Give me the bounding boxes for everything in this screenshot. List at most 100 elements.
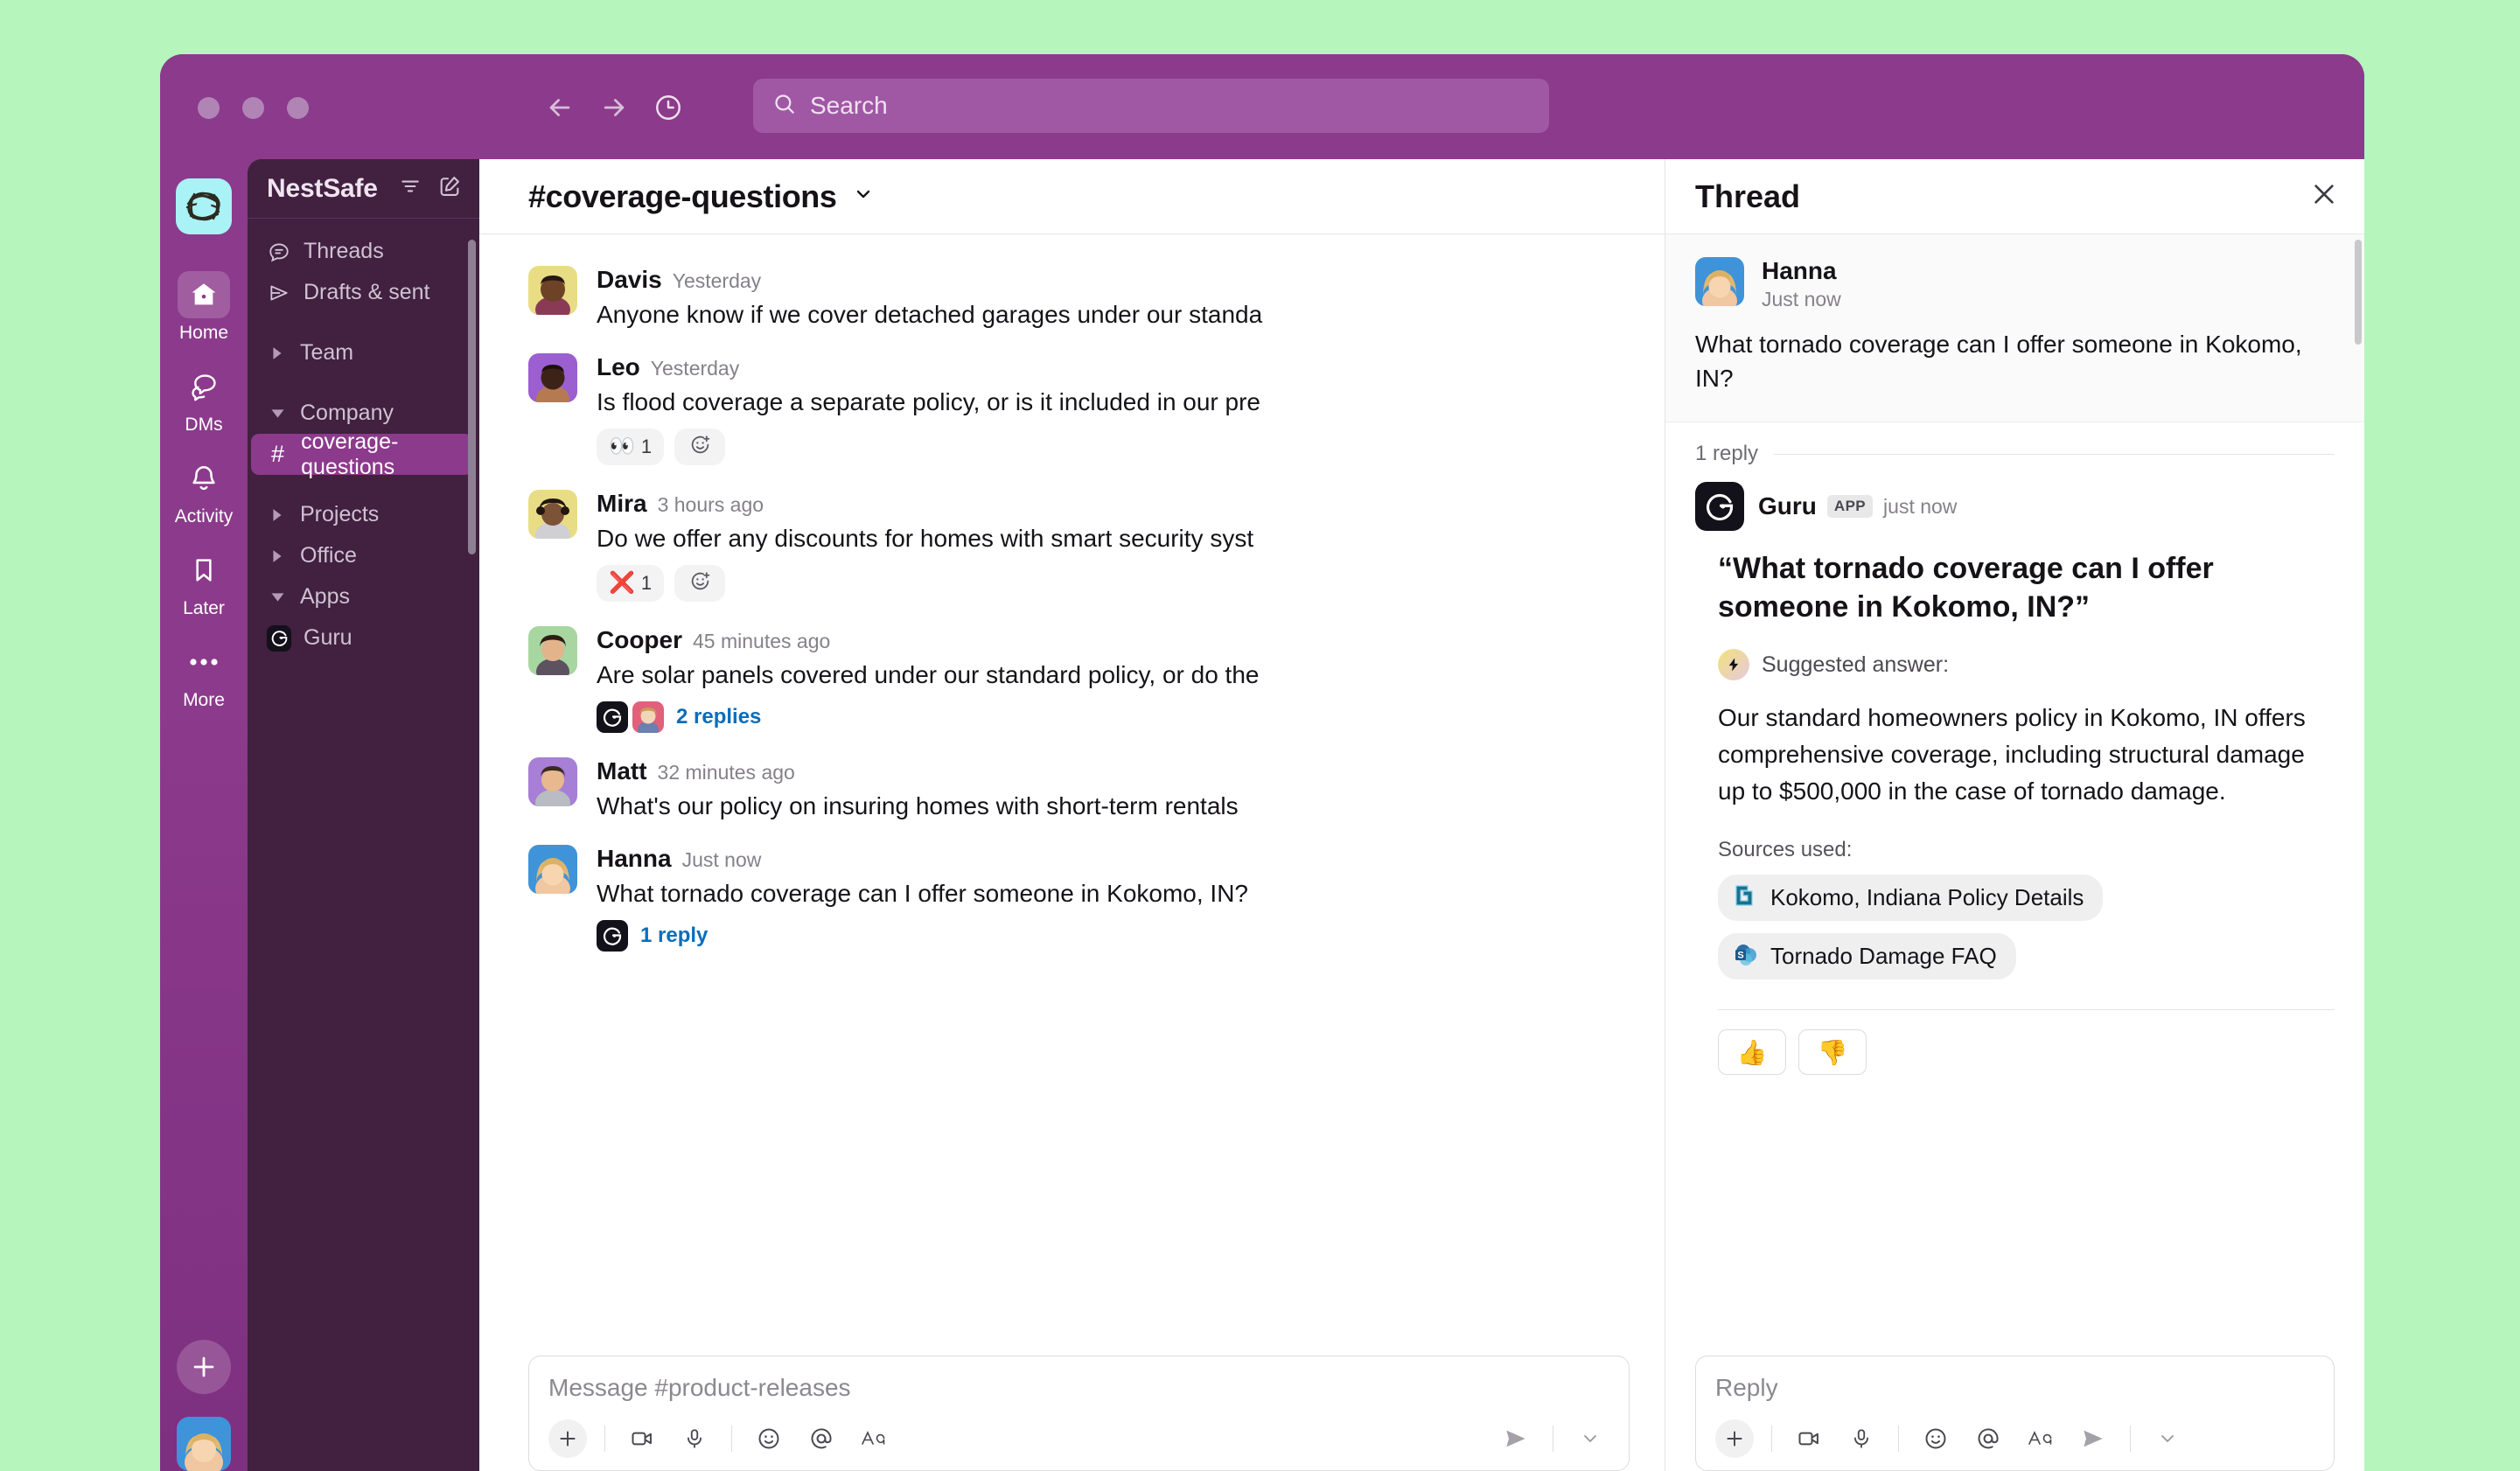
microphone-icon[interactable] [1842,1419,1881,1458]
guru-icon [267,624,291,652]
avatar[interactable] [1695,257,1744,306]
search-icon [772,92,796,120]
message-text: Are solar panels covered under our stand… [597,661,1260,688]
sidebar-item-label: Threads [304,239,384,263]
arrow-right-icon[interactable] [599,93,629,122]
thread-participants [597,920,628,952]
window-controls[interactable] [198,97,309,119]
reply-input-placeholder[interactable]: Reply [1715,1374,2314,1402]
mention-icon[interactable] [1969,1419,2007,1458]
minimize-window-button[interactable] [242,97,264,119]
sidebar-section-team[interactable]: Team [251,332,472,373]
send-icon[interactable] [2074,1419,2112,1458]
formatting-icon[interactable] [2021,1419,2060,1458]
emoji-icon[interactable] [1916,1419,1955,1458]
source-chip[interactable]: Kokomo, Indiana Policy Details [1718,875,2104,922]
sidebar-section-company[interactable]: Company [251,393,472,434]
message-timestamp: 32 minutes ago [657,761,795,784]
video-icon[interactable] [623,1419,661,1458]
chevron-down-icon[interactable] [2148,1419,2187,1458]
message-text: Do we offer any discounts for homes with… [597,525,1254,552]
message-input-placeholder[interactable]: Message #product-releases [548,1374,1609,1402]
search-input[interactable]: Search [753,79,1549,133]
thread-root-timestamp: Just now [1762,288,1841,310]
sidebar-section-projects[interactable]: Projects [251,494,472,535]
user-avatar[interactable] [177,1417,231,1471]
thumbs-up-button[interactable]: 👍 [1718,1029,1786,1076]
message-author: Davis [597,266,662,293]
message-timestamp: 3 hours ago [657,493,764,516]
arrow-left-icon[interactable] [545,93,575,122]
avatar[interactable] [528,266,577,315]
thread-reply-count[interactable]: 2 replies [676,705,761,729]
thread-reply-count-label: 1 reply [1695,442,1759,466]
plus-icon[interactable] [548,1419,587,1458]
sidebar-item-activity[interactable]: Activity [172,455,235,527]
filter-icon[interactable] [399,175,422,202]
chevron-right-icon [267,549,288,563]
answer-text: Our standard homeowners policy in Kokomo… [1718,704,2306,805]
sidebar-scrollbar[interactable] [468,240,476,554]
mention-icon[interactable] [802,1419,841,1458]
channel-sidebar: NestSafe Threads Drafts & sent Team Comp… [248,159,479,1471]
sidebar-item-label: DMs [185,415,223,435]
message-author: Mira [597,490,647,517]
sidebar-section-label: Apps [300,584,350,609]
thread-root-author: Hanna [1762,257,1837,284]
sidebar-item-coverage-questions[interactable]: # coverage-questions [251,429,472,479]
thread-composer[interactable]: Reply [1695,1356,2335,1471]
divider [1774,453,2335,455]
add-emoji-icon [689,570,711,596]
close-window-button[interactable] [198,97,220,119]
microphone-icon[interactable] [675,1419,714,1458]
thumbs-down-icon: 👎 [1817,1038,1848,1066]
guru-source-icon [1734,883,1758,912]
message-timestamp: 45 minutes ago [693,630,831,652]
sidebar-item-dms[interactable]: DMs [172,363,235,436]
compose-icon[interactable] [437,174,462,203]
sidebar-item-more[interactable]: More [172,638,235,711]
thumbs-down-button[interactable]: 👎 [1798,1029,1867,1076]
reaction-chip[interactable]: 👀 1 [597,429,665,465]
send-icon[interactable] [1497,1419,1535,1458]
avatar[interactable] [528,845,577,894]
cross-mark-emoji-icon: ❌ [609,571,635,595]
history-nav [545,93,683,122]
chevron-down-icon[interactable] [1571,1419,1609,1458]
formatting-icon[interactable] [855,1419,893,1458]
thread-reply-count[interactable]: 1 reply [640,924,708,948]
avatar[interactable] [528,353,577,402]
workspace-logo[interactable] [176,178,232,234]
sidebar-item-guru[interactable]: Guru [251,617,472,659]
avatar[interactable] [528,490,577,539]
source-chip[interactable]: S Tornado Damage FAQ [1718,933,2016,980]
thread-scrollbar[interactable] [2355,240,2362,345]
dms-icon [178,363,230,410]
sidebar-section-apps[interactable]: Apps [251,576,472,617]
video-icon[interactable] [1790,1419,1828,1458]
chevron-down-icon[interactable] [853,184,874,209]
reaction-bar: ❌ 1 [597,565,1630,602]
sidebar-item-home[interactable]: Home [172,271,235,344]
sidebar-item-threads[interactable]: Threads [251,231,472,272]
avatar[interactable] [528,626,577,675]
sidebar-item-drafts[interactable]: Drafts & sent [251,272,472,313]
channel-composer[interactable]: Message #product-releases [528,1356,1630,1471]
maximize-window-button[interactable] [287,97,309,119]
new-item-button[interactable] [177,1340,231,1394]
add-reaction-button[interactable] [674,565,726,602]
sidebar-section-office[interactable]: Office [251,535,472,576]
avatar[interactable] [528,757,577,806]
close-icon[interactable] [2310,180,2338,213]
clock-icon[interactable] [653,93,683,122]
sidebar-item-later[interactable]: Later [172,547,235,619]
sidebar-section-label: Team [300,340,354,365]
thread-reply-link[interactable]: 1 reply [597,920,1630,952]
plus-icon[interactable] [1715,1419,1754,1458]
add-reaction-button[interactable] [674,429,726,465]
thread-reply-link[interactable]: 2 replies [597,701,1630,733]
emoji-icon[interactable] [750,1419,788,1458]
reaction-chip[interactable]: ❌ 1 [597,565,665,602]
message-item: Davis Yesterday Anyone know if we cover … [479,254,1665,341]
thread-reply-timestamp: just now [1883,494,1958,518]
